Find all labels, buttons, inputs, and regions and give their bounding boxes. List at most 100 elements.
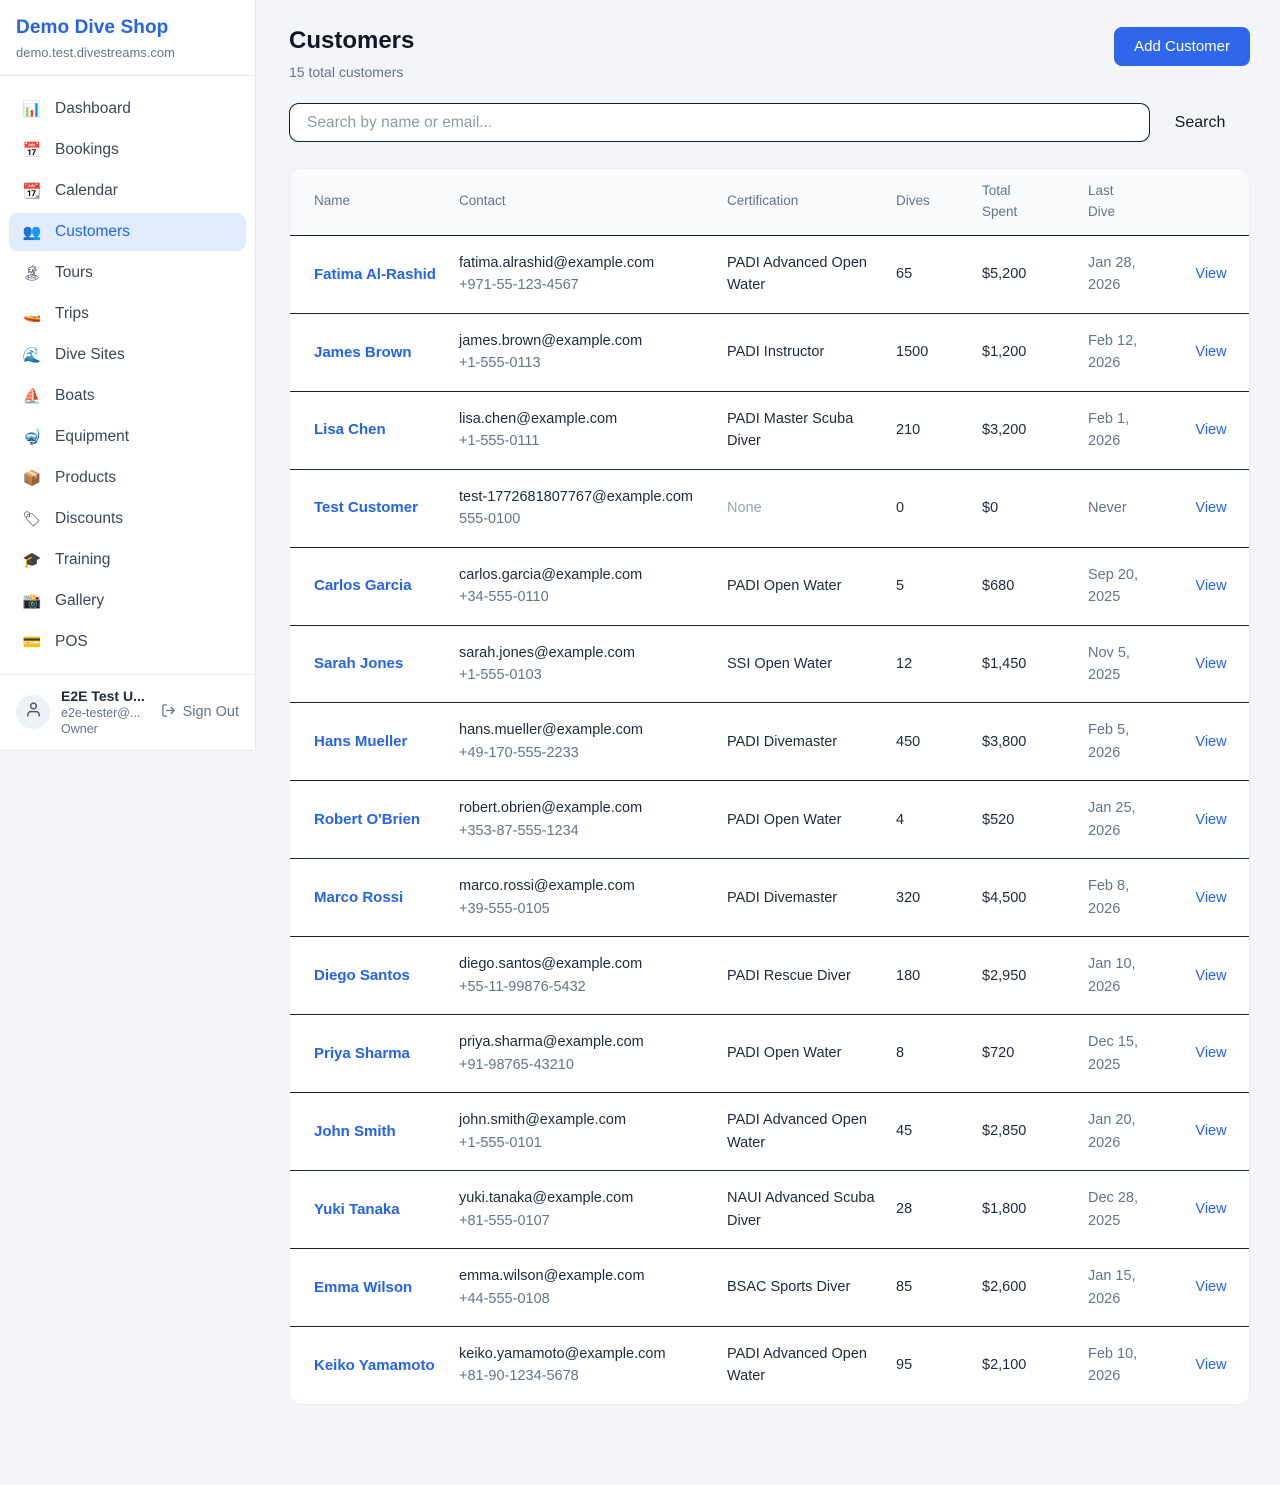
- search-input[interactable]: [289, 103, 1150, 142]
- customer-name-link[interactable]: Robert O'Brien: [314, 811, 420, 828]
- view-customer-link[interactable]: View: [1195, 500, 1226, 516]
- discounts-icon: 🏷: [22, 510, 42, 528]
- customer-phone: +353-87-555-1234: [459, 820, 707, 842]
- customer-phone: +1-555-0103: [459, 664, 707, 686]
- sidebar-item-label: Dive Sites: [55, 346, 125, 364]
- customer-total-spent: $520: [982, 812, 1014, 828]
- customer-dives: 65: [896, 266, 912, 282]
- customer-certification: PADI Instructor: [727, 344, 824, 360]
- view-customer-link[interactable]: View: [1195, 656, 1226, 672]
- customer-last-dive: Jan 15, 2026: [1088, 1268, 1136, 1306]
- customer-last-dive: Jan 10, 2026: [1088, 956, 1136, 994]
- page-header: Customers 15 total customers Add Custome…: [289, 27, 1250, 80]
- view-customer-link[interactable]: View: [1195, 968, 1226, 984]
- sidebar-item-label: Training: [55, 551, 110, 569]
- sidebar-item-bookings[interactable]: 📅 Bookings: [9, 131, 246, 169]
- view-customer-link[interactable]: View: [1195, 578, 1226, 594]
- sidebar-item-pos[interactable]: 💳 POS: [9, 623, 246, 661]
- sidebar-item-customers[interactable]: 👥 Customers: [9, 213, 246, 251]
- sidebar-item-products[interactable]: 📦 Products: [9, 459, 246, 497]
- customer-phone: 555-0100: [459, 508, 707, 530]
- customer-name-link[interactable]: Emma Wilson: [314, 1279, 412, 1296]
- customer-dives: 210: [896, 422, 920, 438]
- col-header-last-dive: Last Dive: [1078, 169, 1173, 235]
- view-customer-link[interactable]: View: [1195, 1045, 1226, 1061]
- search-button[interactable]: Search: [1150, 103, 1250, 142]
- customer-total-spent: $2,850: [982, 1123, 1026, 1139]
- customer-name-link[interactable]: Fatima Al-Rashid: [314, 266, 436, 283]
- customer-total-spent: $720: [982, 1045, 1014, 1061]
- customer-name-link[interactable]: Test Customer: [314, 499, 418, 516]
- customer-dives: 95: [896, 1357, 912, 1373]
- sidebar-item-label: POS: [55, 633, 88, 651]
- customer-name-link[interactable]: Sarah Jones: [314, 655, 403, 672]
- sidebar-item-calendar[interactable]: 📆 Calendar: [9, 172, 246, 210]
- equipment-icon: 🤿: [22, 428, 42, 446]
- sidebar-item-label: Trips: [55, 305, 89, 323]
- pos-icon: 💳: [22, 633, 42, 651]
- sidebar-item-discounts[interactable]: 🏷 Discounts: [9, 500, 246, 538]
- customer-certification: SSI Open Water: [727, 656, 832, 672]
- customer-total-spent: $2,950: [982, 968, 1026, 984]
- sign-out-label: Sign Out: [183, 704, 239, 720]
- customer-name-link[interactable]: John Smith: [314, 1123, 396, 1140]
- table-row: Diego Santos diego.santos@example.com +5…: [290, 937, 1249, 1015]
- view-customer-link[interactable]: View: [1195, 1279, 1226, 1295]
- customer-dives: 0: [896, 500, 904, 516]
- customer-email: keiko.yamamoto@example.com: [459, 1343, 707, 1365]
- sidebar-item-dive-sites[interactable]: 🌊 Dive Sites: [9, 336, 246, 374]
- customer-name-link[interactable]: James Brown: [314, 344, 412, 361]
- customer-certification: PADI Rescue Diver: [727, 968, 851, 984]
- customer-name-link[interactable]: Hans Mueller: [314, 733, 407, 750]
- view-customer-link[interactable]: View: [1195, 1201, 1226, 1217]
- customer-name-link[interactable]: Keiko Yamamoto: [314, 1357, 435, 1374]
- customer-name-link[interactable]: Marco Rossi: [314, 889, 403, 906]
- customer-last-dive: Jan 25, 2026: [1088, 800, 1136, 838]
- customer-certification: PADI Open Water: [727, 812, 841, 828]
- add-customer-button[interactable]: Add Customer: [1114, 27, 1250, 66]
- customer-phone: +55-11-99876-5432: [459, 976, 707, 998]
- view-customer-link[interactable]: View: [1195, 890, 1226, 906]
- view-customer-link[interactable]: View: [1195, 266, 1226, 282]
- customer-total-spent: $3,800: [982, 734, 1026, 750]
- customer-certification: BSAC Sports Diver: [727, 1279, 850, 1295]
- customer-name-link[interactable]: Yuki Tanaka: [314, 1201, 400, 1218]
- customer-certification: PADI Open Water: [727, 578, 841, 594]
- customer-dives: 4: [896, 812, 904, 828]
- table-row: Emma Wilson emma.wilson@example.com +44-…: [290, 1249, 1249, 1327]
- view-customer-link[interactable]: View: [1195, 1123, 1226, 1139]
- customers-table-card: Name Contact Certification Dives Total S…: [289, 168, 1250, 1405]
- view-customer-link[interactable]: View: [1195, 344, 1226, 360]
- customer-dives: 28: [896, 1201, 912, 1217]
- customer-phone: +49-170-555-2233: [459, 742, 707, 764]
- products-icon: 📦: [22, 469, 42, 487]
- customer-total-spent: $1,450: [982, 656, 1026, 672]
- customer-name-link[interactable]: Diego Santos: [314, 967, 410, 984]
- sign-out-button[interactable]: Sign Out: [161, 703, 239, 722]
- sidebar-item-training[interactable]: 🎓 Training: [9, 541, 246, 579]
- table-row: Fatima Al-Rashid fatima.alrashid@example…: [290, 235, 1249, 313]
- table-row: Carlos Garcia carlos.garcia@example.com …: [290, 547, 1249, 625]
- page-title: Customers: [289, 27, 414, 55]
- sidebar-item-dashboard[interactable]: 📊 Dashboard: [9, 90, 246, 128]
- view-customer-link[interactable]: View: [1195, 422, 1226, 438]
- view-customer-link[interactable]: View: [1195, 734, 1226, 750]
- sidebar-item-trips[interactable]: 🚤 Trips: [9, 295, 246, 333]
- sidebar-item-equipment[interactable]: 🤿 Equipment: [9, 418, 246, 456]
- sidebar-item-gallery[interactable]: 📸 Gallery: [9, 582, 246, 620]
- sidebar-item-label: Products: [55, 469, 116, 487]
- sidebar-item-boats[interactable]: ⛵ Boats: [9, 377, 246, 415]
- customer-name-link[interactable]: Priya Sharma: [314, 1045, 410, 1062]
- sidebar-item-label: Equipment: [55, 428, 129, 446]
- user-email: e2e-tester@...: [61, 706, 145, 720]
- table-row: John Smith john.smith@example.com +1-555…: [290, 1093, 1249, 1171]
- sidebar-item-label: Discounts: [55, 510, 123, 528]
- view-customer-link[interactable]: View: [1195, 1357, 1226, 1373]
- view-customer-link[interactable]: View: [1195, 812, 1226, 828]
- sidebar-nav: 📊 Dashboard 📅 Bookings 📆 Calendar 👥 Cust…: [0, 76, 255, 674]
- sidebar-item-tours[interactable]: 🏝 Tours: [9, 254, 246, 292]
- customer-count: 15 total customers: [289, 64, 414, 80]
- customer-last-dive: Dec 15, 2025: [1088, 1034, 1138, 1072]
- customer-name-link[interactable]: Carlos Garcia: [314, 577, 412, 594]
- customer-name-link[interactable]: Lisa Chen: [314, 421, 386, 438]
